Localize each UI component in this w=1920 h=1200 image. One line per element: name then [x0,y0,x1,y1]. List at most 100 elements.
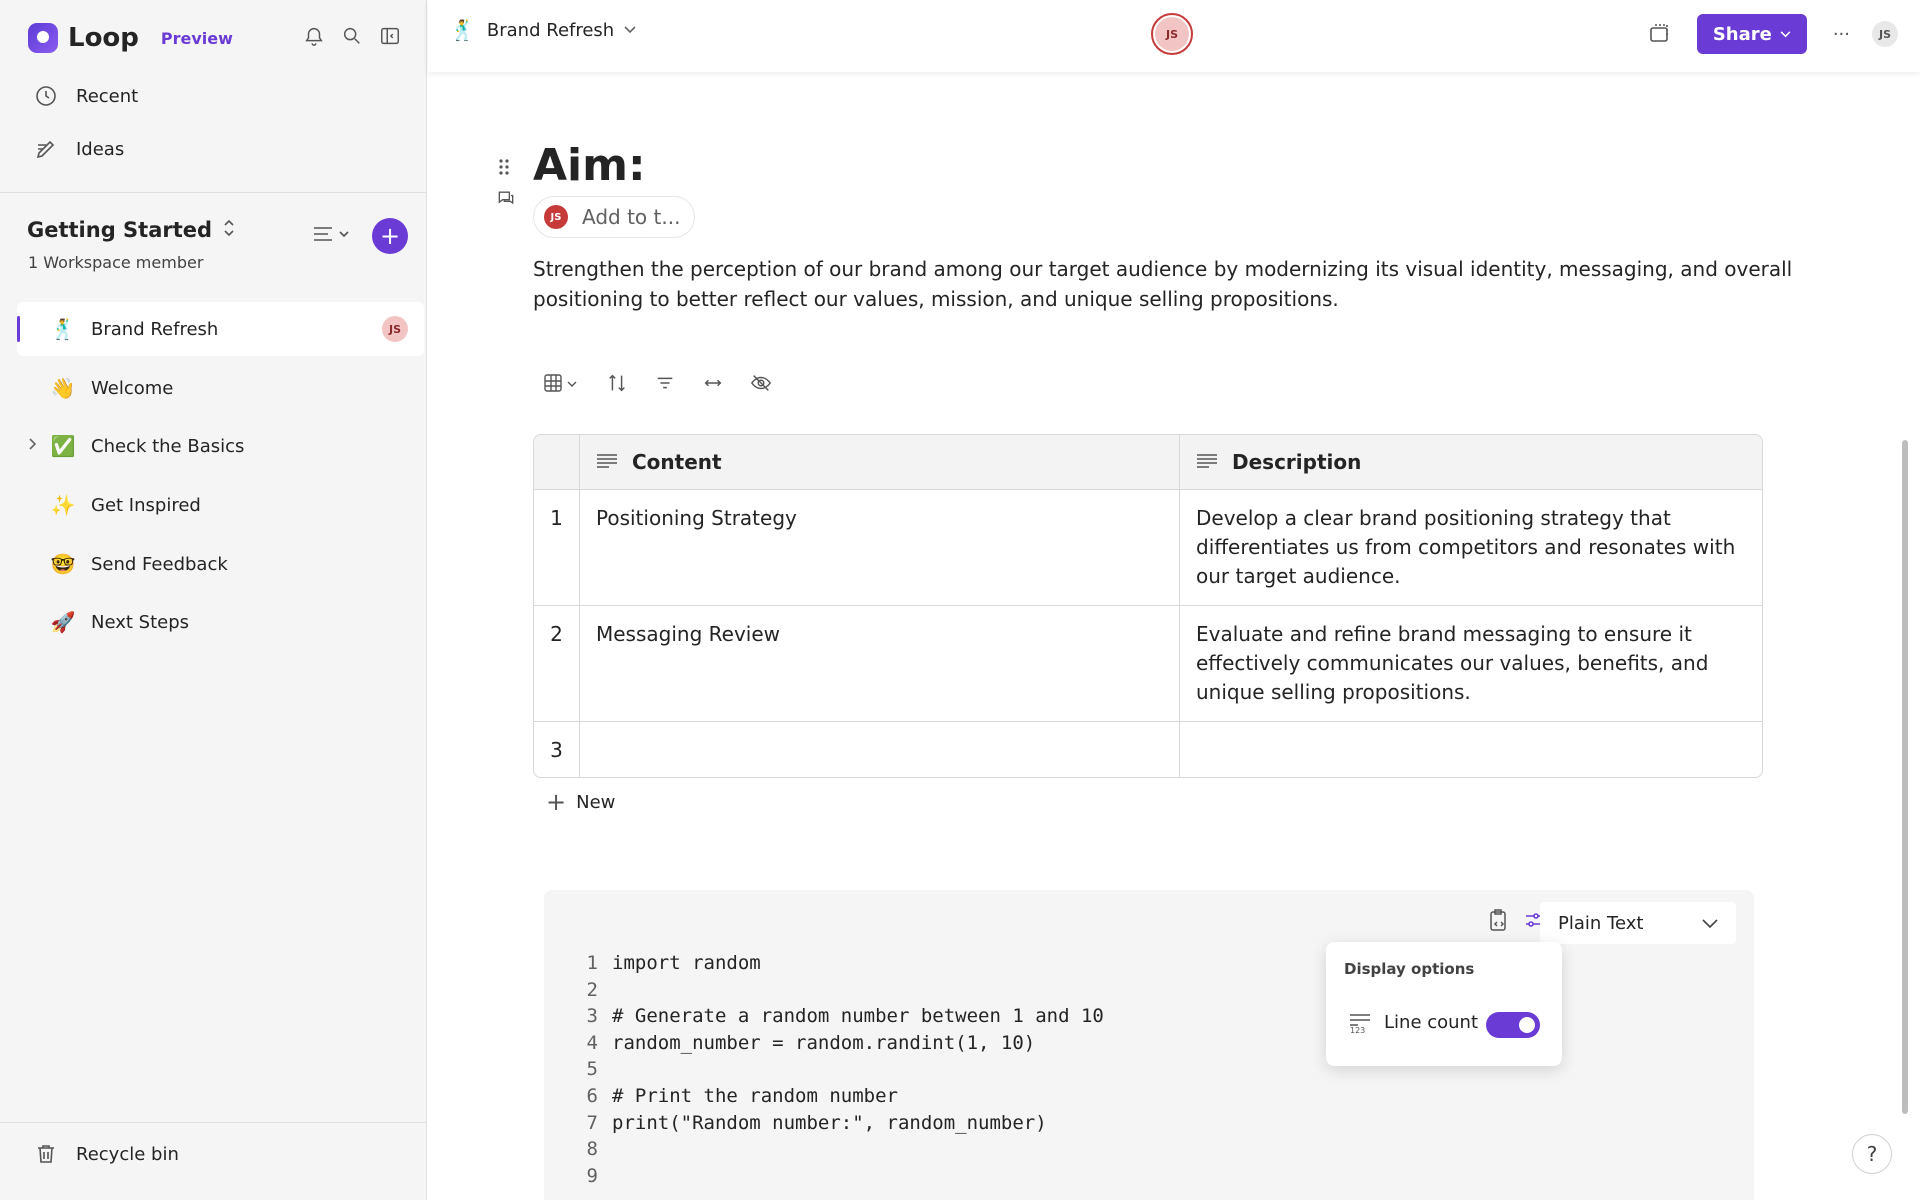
user-avatar[interactable]: JS [1872,21,1898,47]
code-line: 8 [574,1136,1104,1163]
table-toolbar [544,372,772,398]
column-header-content[interactable]: Content [580,435,1180,489]
sidebar-bottom-divider [0,1122,427,1123]
collapse-sidebar-icon[interactable] [378,24,402,48]
line-number: 4 [586,1031,598,1054]
assign-label: Add to t... [582,205,681,229]
page-item-check-the-basics[interactable]: ✅ Check the Basics [17,419,424,473]
doc-heading[interactable]: Aim: [533,140,646,191]
page-label: Brand Refresh [91,318,219,340]
comment-icon[interactable] [496,188,516,212]
page-emoji-icon: 🤓 [50,552,76,576]
page-emoji-icon: 🕺 [50,317,76,341]
text-lines-icon [596,448,618,477]
code-line: 9 [574,1163,1104,1190]
page-item-send-feedback[interactable]: 🤓 Send Feedback [17,537,424,591]
line-numbers-icon: 123 [1348,1010,1372,1034]
table-cell-content[interactable] [580,722,1180,777]
column-header-label: Description [1232,449,1362,474]
workspace-title[interactable]: Getting Started [27,218,236,242]
app-brand[interactable]: Loop Preview [28,20,233,56]
hide-eye-icon[interactable] [750,372,772,398]
add-row-button[interactable]: + New [546,790,615,814]
share-label: Share [1712,23,1772,45]
column-header-description[interactable]: Description [1180,435,1762,489]
line-number: 6 [586,1084,598,1107]
table-cell-content[interactable]: Messaging Review [580,606,1180,721]
more-options-button[interactable]: ··· [1833,24,1850,45]
line-count-option: 123 Line count [1348,1010,1478,1034]
line-count-toggle[interactable] [1486,1012,1540,1038]
drag-handle-icon[interactable] [498,158,510,181]
plus-icon: + [546,788,567,816]
table-row: 2 Messaging Review Evaluate and refine b… [534,605,1762,721]
workspace-members: 1 Workspace member [28,253,204,272]
page-label: Send Feedback [91,553,228,575]
chevron-down-icon [1780,28,1791,41]
row-number: 1 [534,490,580,605]
vertical-scrollbar[interactable] [1902,440,1908,1114]
table-cell-content[interactable]: Positioning Strategy [580,490,1180,605]
popup-title: Display options [1344,960,1475,978]
table-cell-description[interactable]: Evaluate and refine brand messaging to e… [1180,606,1762,721]
presence-avatar[interactable]: JS [1151,13,1193,55]
add-page-button[interactable]: + [372,218,408,254]
table-header-row: Content Description [534,435,1762,489]
line-count-label: Line count [1384,1011,1479,1033]
page-item-brand-refresh[interactable]: 🕺 Brand Refresh JS [17,302,424,356]
list-view-icon[interactable] [312,224,352,248]
svg-text:123: 123 [1350,1026,1365,1034]
doc-paragraph[interactable]: Strengthen the perception of our brand a… [533,254,1873,314]
nav-ideas[interactable]: Ideas [34,129,124,169]
table-view-icon[interactable] [544,373,580,397]
display-options-popup: Display options 123 Line count [1326,942,1562,1066]
line-text: print("Random number:", random_number) [612,1111,1047,1134]
doc-title-dropdown[interactable]: 🕺 Brand Refresh [450,18,636,42]
row-number: 2 [534,606,580,721]
code-block[interactable]: Plain Text 1 import random 2 3 # Generate … [544,890,1754,1200]
page-emoji-icon: 🚀 [50,610,76,634]
page-item-next-steps[interactable]: 🚀 Next Steps [17,595,424,649]
column-header-label: Content [632,449,722,474]
code-line: 5 [574,1056,1104,1083]
recycle-bin[interactable]: Recycle bin [34,1142,179,1166]
add-row-label: New [576,791,616,813]
row-number: 3 [534,722,580,777]
pencil-icon [34,137,58,161]
table-cell-description[interactable] [1180,722,1762,777]
line-text: import random [612,952,761,974]
code-line: 3 # Generate a random number between 1 an… [574,1003,1104,1030]
header-actions: Share ··· JS [1647,14,1898,54]
code-line: 1 import random [574,950,1104,977]
language-select-value: Plain Text [1558,912,1644,934]
text-lines-icon [1196,448,1218,477]
doc-canvas: Aim: JS Add to t... Strengthen the perce… [428,72,1920,1200]
app-name: Loop [68,23,139,53]
chevron-down-icon [1702,913,1718,934]
language-select[interactable]: Plain Text [1540,902,1736,944]
page-emoji-icon: ✅ [50,434,76,458]
nav-recent[interactable]: Recent [34,76,138,116]
doc-title: Brand Refresh [486,19,615,41]
search-icon[interactable] [340,24,364,48]
share-button[interactable]: Share [1696,14,1807,54]
column-width-icon[interactable] [702,372,724,398]
filter-icon[interactable] [654,372,676,398]
sidebar-divider [0,192,427,193]
copy-code-icon[interactable] [1488,908,1510,936]
page-item-get-inspired[interactable]: ✨ Get Inspired [17,478,424,532]
table-cell-description[interactable]: Develop a clear brand positioning strate… [1180,490,1762,605]
assign-task-button[interactable]: JS Add to t... [533,196,696,238]
clock-icon [34,84,58,108]
chevron-down-icon [624,23,636,37]
code-line: 4 random_number = random.randint(1, 10) [574,1030,1104,1057]
nav-recent-label: Recent [76,85,139,107]
help-button[interactable]: ? [1852,1134,1892,1174]
focus-mode-icon[interactable] [1647,22,1671,46]
avatar: JS [1155,17,1189,51]
chevron-right-icon[interactable] [27,437,37,455]
bell-icon[interactable] [302,24,326,48]
avatar: JS [544,205,568,229]
sort-icon[interactable] [606,372,628,398]
page-item-welcome[interactable]: 👋 Welcome [17,361,424,415]
